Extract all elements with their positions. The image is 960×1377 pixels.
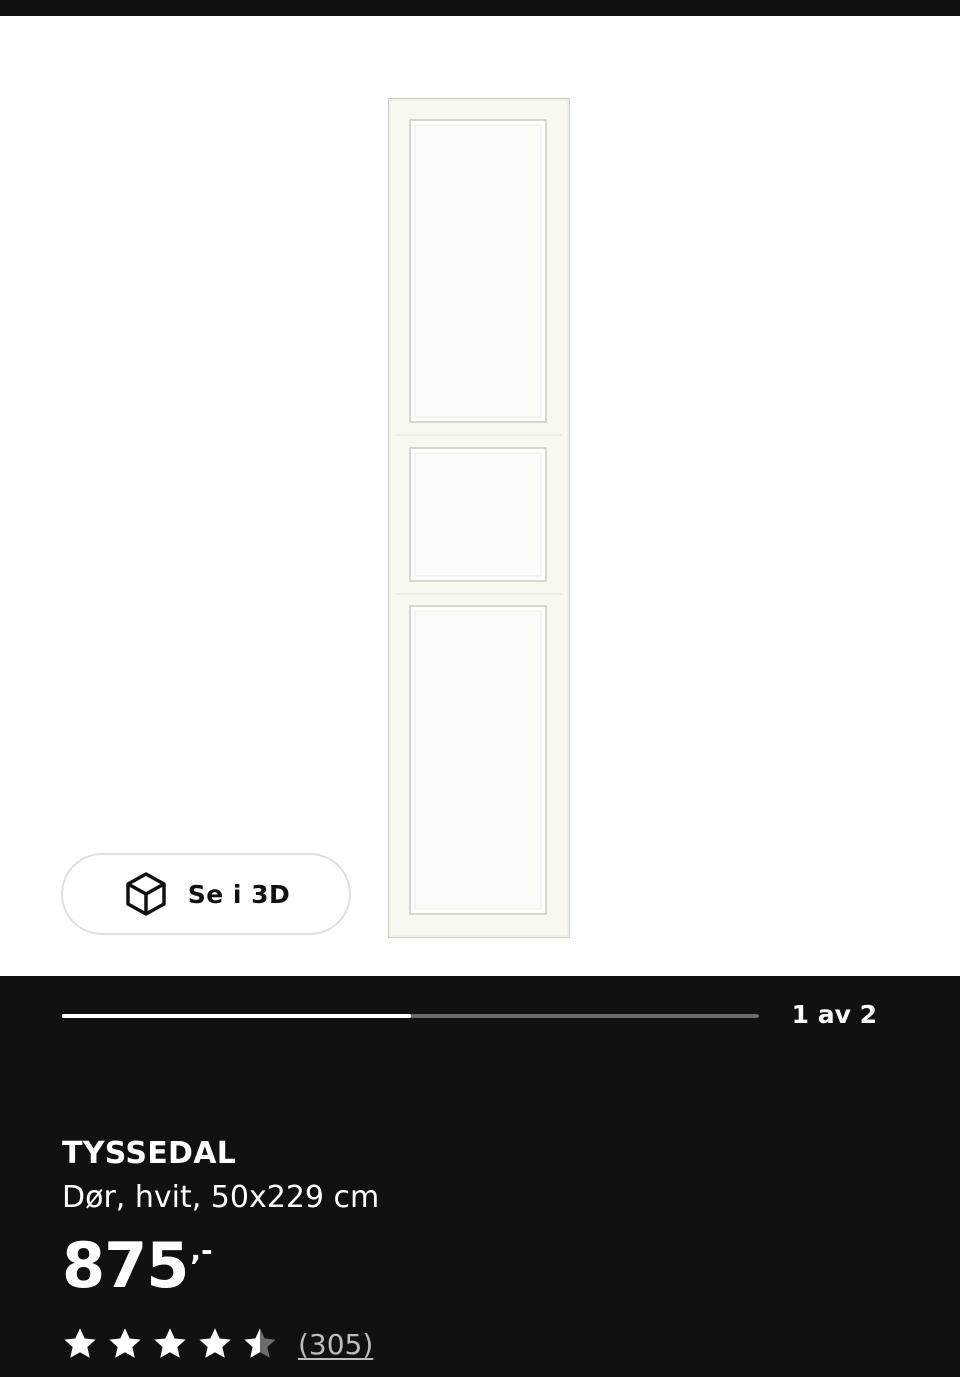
star-icon [109,1328,141,1358]
product-name: TYSSEDAL [62,1136,237,1171]
gallery-progress-fill [62,1014,411,1018]
rating-stars [62,1326,278,1362]
cube-icon [125,872,166,916]
half-star-icon [244,1328,276,1358]
price-decimals: ,- [190,1234,213,1267]
product-image [388,98,570,938]
price-integer: 875 [62,1229,189,1302]
star-icon [64,1328,96,1358]
review-count-link[interactable]: (305) [298,1328,373,1361]
status-bar [0,0,960,16]
view-in-3d-button[interactable]: Se i 3D [61,853,351,935]
product-image-gallery[interactable]: Se i 3D [0,16,960,976]
gallery-progress-bar [62,1014,759,1018]
star-icon [199,1328,231,1358]
star-icon [154,1328,186,1358]
product-rating[interactable]: (305) [62,1326,373,1362]
product-description: Dør, hvit, 50x229 cm [62,1180,380,1215]
view-in-3d-label: Se i 3D [187,879,291,909]
product-price: 875 ,- [62,1228,213,1304]
gallery-page-indicator: 1 av 2 [791,1000,877,1029]
